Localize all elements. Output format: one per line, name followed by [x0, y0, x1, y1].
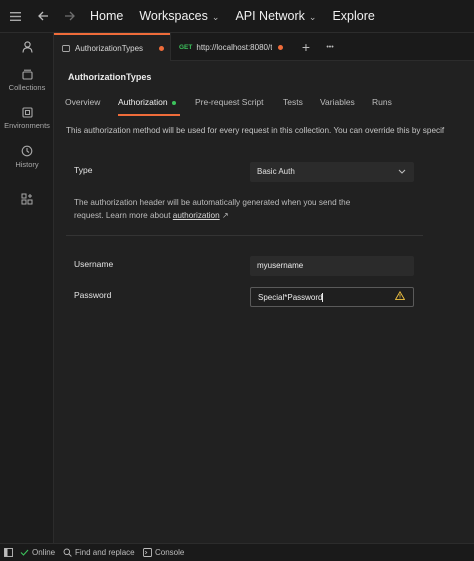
subtabs: Overview Authorization Pre-request Scrip… [54, 97, 474, 117]
console-icon [143, 548, 152, 557]
online-status[interactable]: Online [20, 548, 55, 557]
sidebar-item-label: Collections [8, 83, 46, 92]
chevron-down-icon: ⌄ [211, 12, 220, 22]
active-tab-underline [118, 114, 180, 116]
find-replace-icon [63, 548, 72, 557]
unsaved-dot [159, 45, 165, 51]
help-line-2-prefix: request. Learn more about [74, 211, 173, 220]
online-label: Online [32, 548, 56, 557]
tab-label: AuthorizationTypes [75, 43, 144, 53]
new-tab-button[interactable]: + [296, 33, 316, 61]
find-replace-label: Find and replace [75, 548, 135, 557]
new-widget-icon [21, 193, 33, 205]
top-header: Home Workspaces ⌄ API Network ⌄ Explore [0, 0, 474, 33]
help-line-1: The authorization header will be automat… [74, 198, 351, 207]
tab-request[interactable]: GET http://localhost:8080/t [170, 33, 290, 61]
chevron-down-icon: ⌄ [308, 12, 317, 22]
request-method-label: GET [179, 43, 193, 51]
tab-overview[interactable]: Overview [65, 97, 100, 107]
status-bar: Online Find and replace Console [0, 543, 474, 561]
password-label: Password [74, 290, 112, 300]
tab-runs[interactable]: Runs [372, 97, 392, 107]
tab-pre-request-script[interactable]: Pre-request Script [195, 97, 264, 107]
info-text: This authorization method will be used f… [66, 126, 445, 135]
sidebar-item-label: Environments [4, 121, 50, 130]
find-replace-button[interactable]: Find and replace [63, 548, 135, 557]
back-arrow-icon[interactable] [30, 0, 56, 33]
divider [66, 235, 423, 236]
menu-icon[interactable] [0, 0, 30, 33]
page-title: AuthorizationTypes [68, 72, 152, 82]
forward-arrow-icon[interactable] [56, 0, 82, 33]
online-icon [20, 549, 29, 556]
environments-icon [21, 107, 33, 118]
sidebar-item-new-widget[interactable] [0, 193, 54, 205]
tabs-row: AuthorizationTypes GET http://localhost:… [54, 33, 474, 61]
collections-icon [21, 69, 33, 80]
tab-tests[interactable]: Tests [283, 97, 303, 107]
api-network-menu[interactable]: API Network ⌄ [227, 9, 324, 23]
help-line-2: request. Learn more about authorization … [74, 209, 394, 222]
auth-type-value: Basic Auth [257, 167, 295, 176]
chevron-down-icon [398, 167, 406, 176]
console-button[interactable]: Console [143, 548, 184, 557]
password-input[interactable]: Special*Password [250, 287, 414, 307]
authorization-link[interactable]: authorization [173, 211, 220, 220]
api-network-label: API Network [235, 9, 305, 23]
tab-authorization[interactable]: Authorization [118, 97, 176, 107]
explore-link[interactable]: Explore [324, 9, 382, 23]
username-input[interactable]: myusername [250, 256, 414, 276]
tab-variables[interactable]: Variables [320, 97, 355, 107]
sidebar-item-collections[interactable]: Collections [0, 69, 54, 92]
unsaved-dot [278, 44, 284, 50]
sidebar-toggle-icon[interactable] [4, 548, 13, 557]
auth-help-text: The authorization header will be automat… [74, 196, 394, 222]
tab-collection[interactable]: AuthorizationTypes [54, 33, 170, 61]
username-label: Username [74, 259, 114, 269]
sidebar-item-history[interactable]: History [0, 145, 54, 169]
request-url-label: http://localhost:8080/t [196, 42, 273, 52]
collection-tab-icon [62, 45, 70, 52]
auth-type-select[interactable]: Basic Auth [250, 162, 414, 182]
left-sidebar: Collections Environments History [0, 33, 54, 543]
workspaces-menu[interactable]: Workspaces ⌄ [131, 9, 227, 23]
console-label: Console [155, 548, 185, 557]
more-tabs-button[interactable]: ••• [320, 33, 340, 61]
home-link[interactable]: Home [82, 9, 131, 23]
text-cursor [322, 293, 324, 303]
sidebar-item-label: History [15, 160, 39, 169]
sidebar-item-environments[interactable]: Environments [0, 107, 54, 130]
external-link-icon: ↗ [221, 211, 229, 220]
main-panel: AuthorizationTypes Overview Authorizatio… [54, 62, 474, 543]
user-icon [21, 41, 33, 53]
active-indicator-dot [172, 100, 176, 105]
workspaces-label: Workspaces [139, 9, 208, 23]
username-value: myusername [257, 261, 304, 270]
warning-icon[interactable] [394, 290, 406, 302]
history-icon [21, 145, 33, 157]
type-label: Type [74, 165, 93, 175]
tab-authorization-label: Authorization [118, 97, 168, 107]
sidebar-item-user[interactable] [0, 41, 54, 53]
password-value: Special*Password [258, 293, 323, 302]
